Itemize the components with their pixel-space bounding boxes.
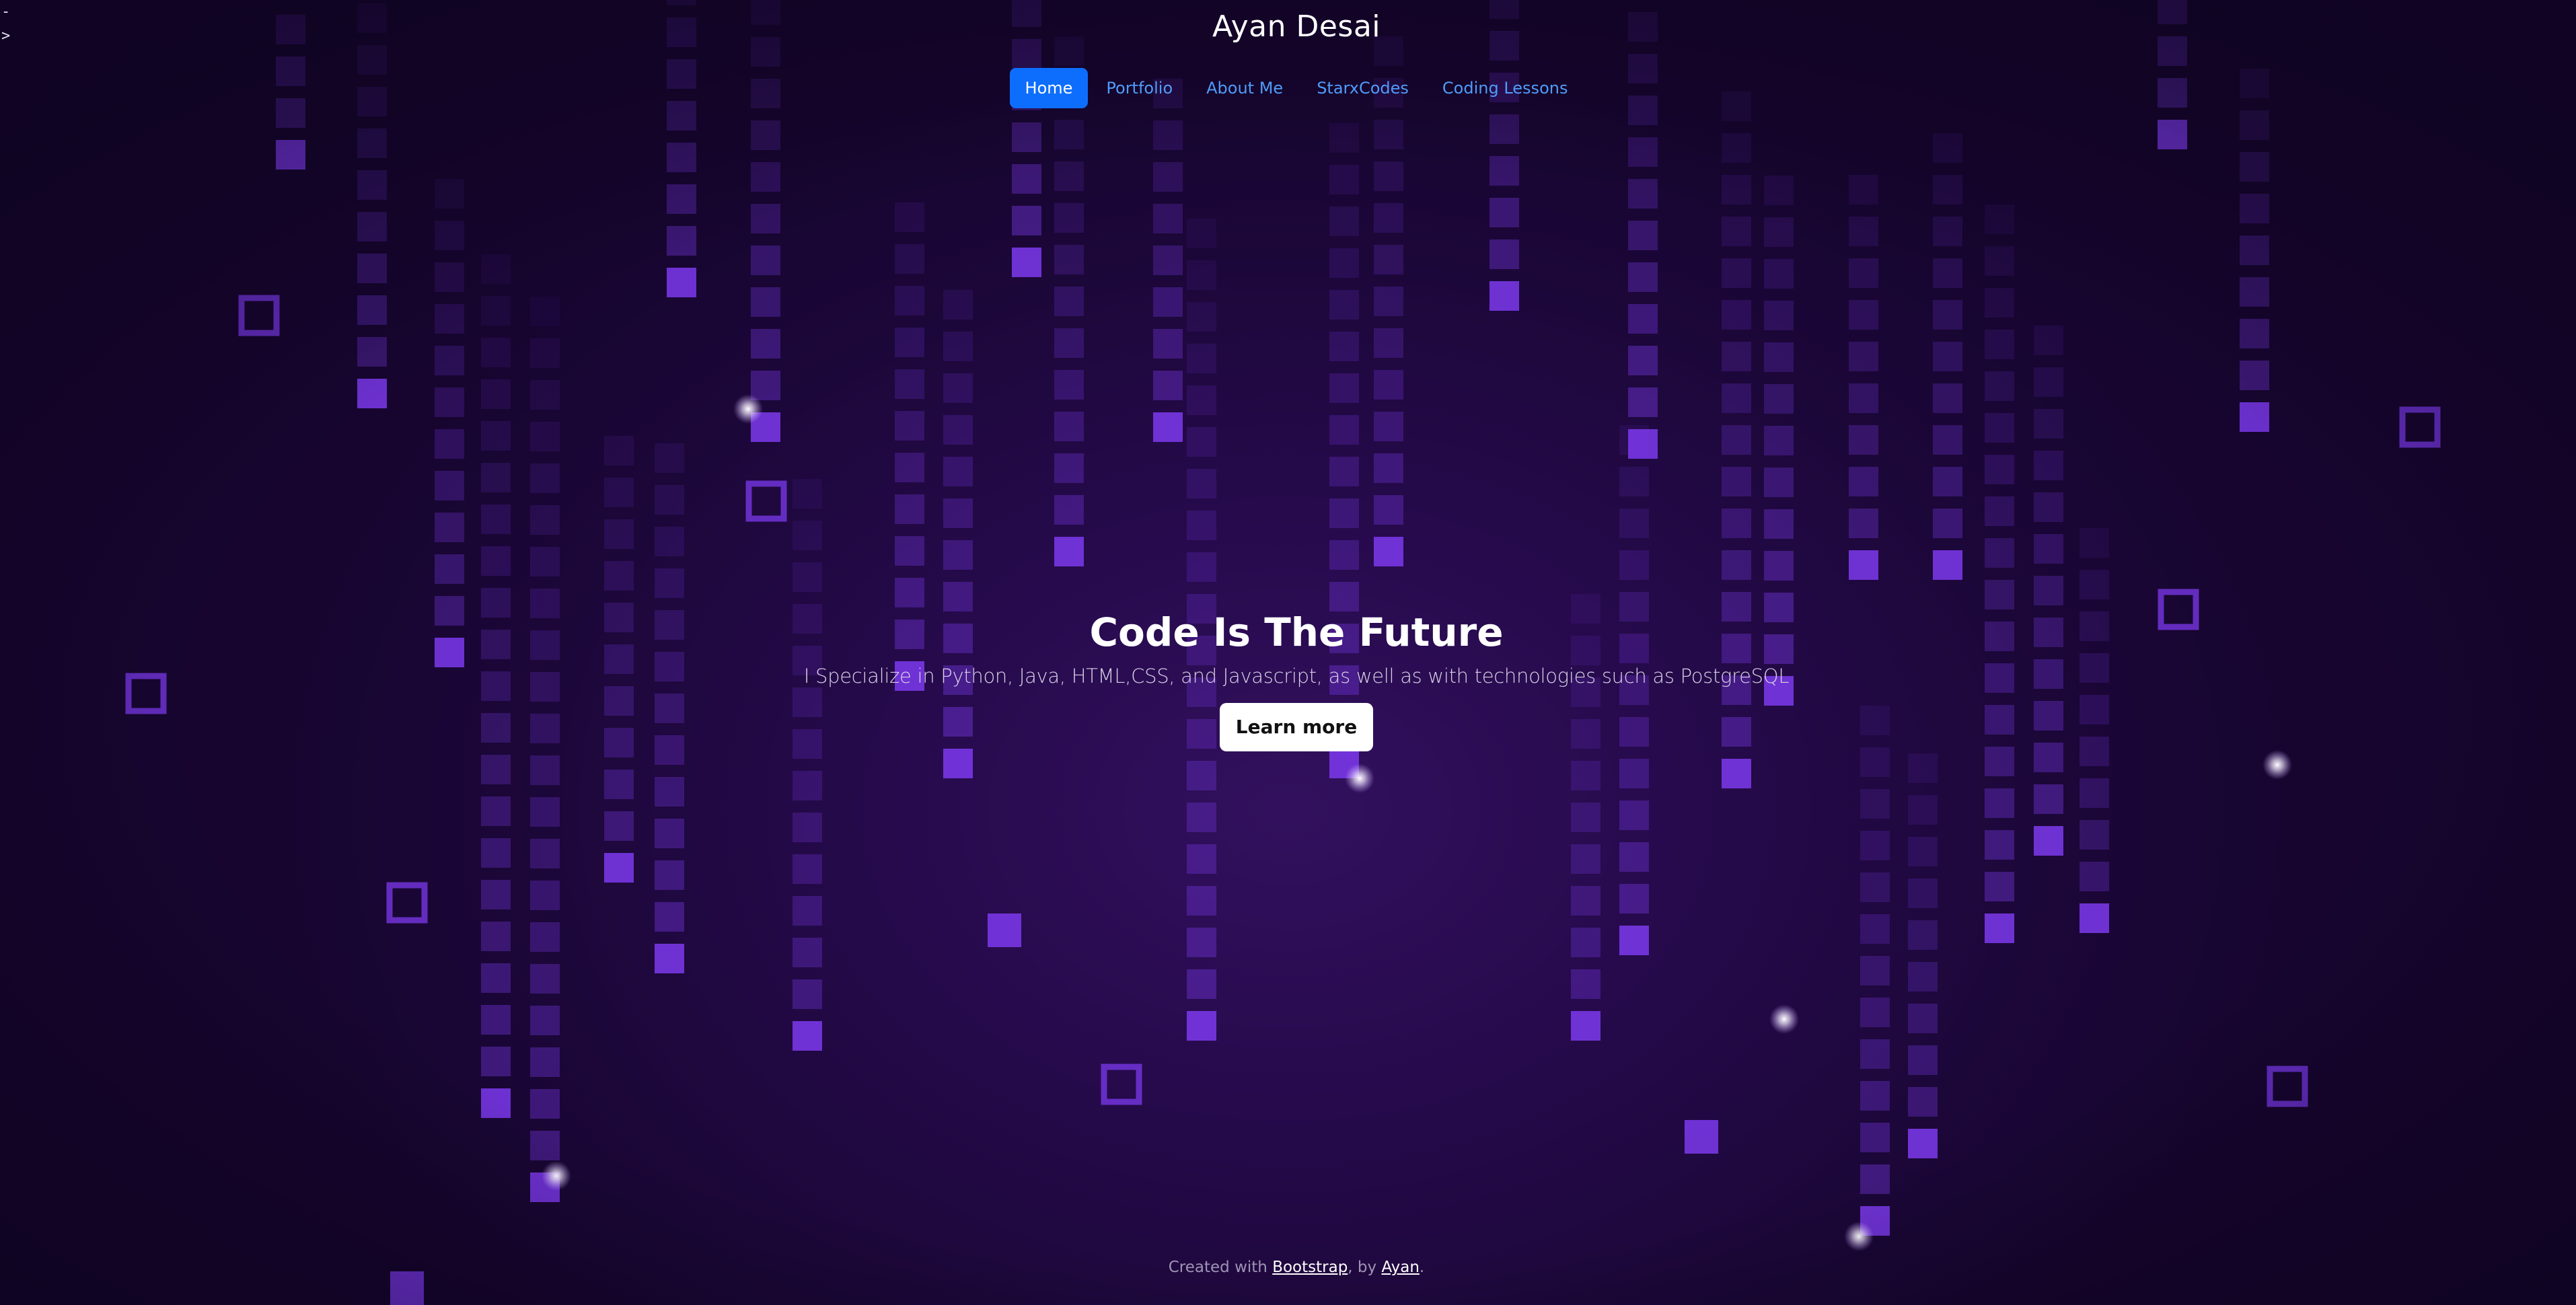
nav-about-me[interactable]: About Me (1191, 68, 1298, 108)
hero-heading: Code Is The Future (1089, 609, 1504, 655)
hero: Code Is The Future I Specialize in Pytho… (0, 602, 2576, 751)
footer-prefix: Created with (1168, 1259, 1273, 1276)
author-link[interactable]: Ayan (1381, 1259, 1419, 1276)
site-title: Ayan Desai (1212, 9, 1381, 44)
footer: Created with Bootstrap, by Ayan. (0, 1257, 2576, 1278)
nav-portfolio[interactable]: Portfolio (1091, 68, 1188, 108)
footer-middle: , by (1348, 1259, 1382, 1276)
nav-home[interactable]: Home (1009, 68, 1089, 108)
hero-lead: I Specialize in Python, Java, HTML,CSS, … (803, 665, 1790, 687)
main-nav: Home Portfolio About Me StarxCodes Codin… (0, 68, 2576, 108)
nav-coding-lessons[interactable]: Coding Lessons (1427, 68, 1584, 108)
footer-suffix: . (1419, 1259, 1425, 1276)
nav-starxcodes[interactable]: StarxCodes (1301, 68, 1424, 108)
bootstrap-link[interactable]: Bootstrap (1272, 1259, 1348, 1276)
page: - > Ayan Desai Home Portfolio About Me S… (0, 0, 2576, 1305)
learn-more-button[interactable]: Learn more (1219, 703, 1374, 751)
